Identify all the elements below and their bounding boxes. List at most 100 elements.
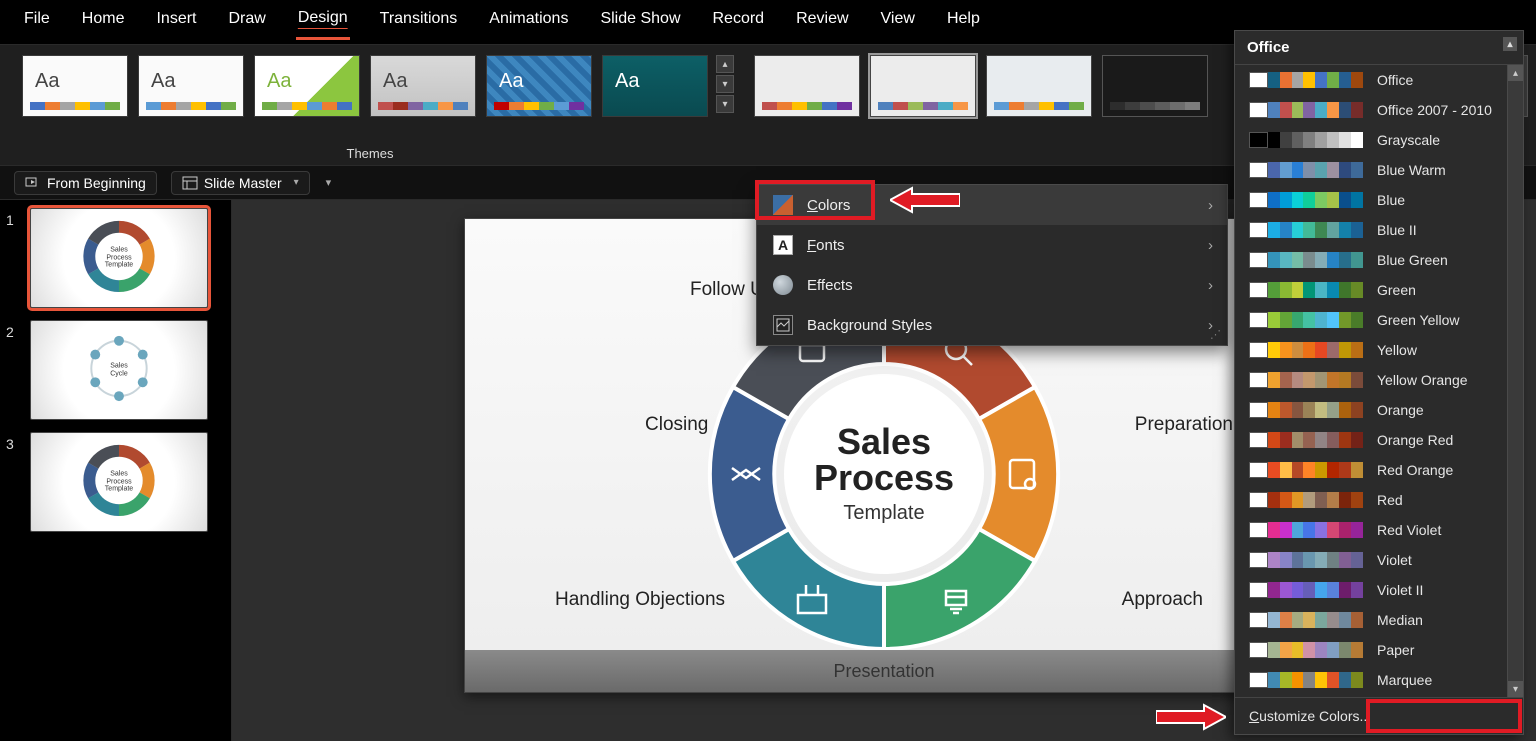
variant-card-selected[interactable] <box>870 55 976 117</box>
theme-aa: Aa <box>151 70 175 93</box>
slide-thumbnails-pane: 1 Sales Process Template 2 Sales Cycle 3… <box>0 200 232 741</box>
color-scheme-row[interactable]: Green <box>1235 275 1523 305</box>
color-palette-swatch <box>1249 132 1363 148</box>
color-scheme-row[interactable]: Office 2007 - 2010 <box>1235 95 1523 125</box>
color-scheme-row[interactable]: Orange Red <box>1235 425 1523 455</box>
menu-fonts-label: Fonts <box>807 237 845 254</box>
center-subtitle: Template <box>843 502 924 525</box>
color-palette-swatch <box>1249 612 1363 628</box>
scroll-up-icon[interactable]: ▴ <box>1508 65 1523 81</box>
color-scheme-row[interactable]: Blue Warm <box>1235 155 1523 185</box>
color-palette-swatch <box>1249 102 1363 118</box>
panel-scrollbar[interactable]: ▴ ▾ <box>1507 65 1523 697</box>
themes-scroll-up[interactable]: ▴ <box>716 55 734 73</box>
color-palette-swatch <box>1249 282 1363 298</box>
color-scheme-row[interactable]: Blue Green <box>1235 245 1523 275</box>
theme-card[interactable]: Aa <box>22 55 128 117</box>
color-palette-swatch <box>1249 372 1363 388</box>
tab-design[interactable]: Design <box>296 5 350 40</box>
themes-scroll-down[interactable]: ▾ <box>716 75 734 93</box>
menu-effects[interactable]: Effects › <box>757 265 1227 305</box>
variant-card[interactable] <box>986 55 1092 117</box>
theme-card[interactable]: Aa <box>138 55 244 117</box>
menu-background-styles[interactable]: Background Styles › <box>757 305 1227 345</box>
effects-icon <box>773 275 793 295</box>
color-scheme-name: Violet II <box>1377 582 1423 598</box>
color-scheme-row[interactable]: Paper <box>1235 635 1523 665</box>
color-scheme-row[interactable]: Median <box>1235 605 1523 635</box>
color-palette-swatch <box>1249 192 1363 208</box>
variant-card[interactable] <box>754 55 860 117</box>
tab-review[interactable]: Review <box>794 6 850 38</box>
color-scheme-row[interactable]: Green Yellow <box>1235 305 1523 335</box>
themes-more[interactable]: ▾ <box>716 95 734 113</box>
color-scheme-row[interactable]: Yellow Orange <box>1235 365 1523 395</box>
theme-aa: Aa <box>499 70 523 93</box>
color-scheme-row[interactable]: Red Orange <box>1235 455 1523 485</box>
color-palette-swatch <box>1249 462 1363 478</box>
color-palette-swatch <box>1249 492 1363 508</box>
color-scheme-row[interactable]: Blue <box>1235 185 1523 215</box>
tab-home[interactable]: Home <box>80 6 127 38</box>
theme-card[interactable]: Aa <box>254 55 360 117</box>
center-title-1: Sales <box>837 424 931 460</box>
tab-slideshow[interactable]: Slide Show <box>598 6 682 38</box>
thumb-title: Sales Process Template <box>105 246 133 269</box>
slide-master-icon <box>182 175 198 191</box>
scroll-up-button[interactable]: ▴ <box>1503 37 1517 51</box>
theme-card[interactable]: Aa <box>602 55 708 117</box>
theme-card[interactable]: Aa <box>370 55 476 117</box>
slide-thumbnail-2[interactable]: Sales Cycle <box>30 320 208 420</box>
color-scheme-row[interactable]: Violet <box>1235 545 1523 575</box>
color-scheme-name: Yellow <box>1377 342 1417 358</box>
color-palette-swatch <box>1249 162 1363 178</box>
scroll-down-icon[interactable]: ▾ <box>1508 681 1523 697</box>
tab-draw[interactable]: Draw <box>226 6 267 38</box>
color-palette-swatch <box>1249 432 1363 448</box>
variant-card[interactable] <box>1102 55 1208 117</box>
menu-colors[interactable]: Colors › <box>757 185 1227 225</box>
menu-effects-label: Effects <box>807 277 853 294</box>
overflow-icon[interactable]: ▾ <box>326 176 332 189</box>
color-scheme-name: Grayscale <box>1377 132 1440 148</box>
color-scheme-row[interactable]: Office <box>1235 65 1523 95</box>
menu-colors-label: Colors <box>807 197 850 214</box>
menu-fonts[interactable]: A Fonts › <box>757 225 1227 265</box>
tab-file[interactable]: File <box>22 6 52 38</box>
color-panel-header: Office ▴ <box>1235 31 1523 65</box>
color-scheme-name: Blue Green <box>1377 252 1448 268</box>
tab-animations[interactable]: Animations <box>487 6 570 38</box>
color-scheme-row[interactable]: Red <box>1235 485 1523 515</box>
color-scheme-row[interactable]: Blue II <box>1235 215 1523 245</box>
chevron-right-icon: › <box>1208 237 1213 254</box>
tab-transitions[interactable]: Transitions <box>378 6 460 38</box>
slide-thumbnail-1[interactable]: Sales Process Template <box>30 208 208 308</box>
color-scheme-row[interactable]: Marquee <box>1235 665 1523 695</box>
slide-thumbnail-3[interactable]: Sales Process Template <box>30 432 208 532</box>
color-scheme-name: Green <box>1377 282 1416 298</box>
thumb-title: Sales Cycle <box>110 362 128 377</box>
color-scheme-row[interactable]: Orange <box>1235 395 1523 425</box>
color-panel-title: Office <box>1247 39 1290 56</box>
thumb-number: 3 <box>6 432 22 452</box>
color-scheme-name: Paper <box>1377 642 1414 658</box>
color-palette-swatch <box>1249 582 1363 598</box>
from-beginning-button[interactable]: From Beginning <box>14 171 157 195</box>
color-palette-swatch <box>1249 72 1363 88</box>
theme-aa: Aa <box>615 70 639 93</box>
tab-insert[interactable]: Insert <box>154 6 198 38</box>
color-scheme-name: Red Orange <box>1377 462 1453 478</box>
tab-help[interactable]: Help <box>945 6 982 38</box>
slide-master-button[interactable]: Slide Master ▾ <box>171 171 310 195</box>
color-scheme-row[interactable]: Yellow <box>1235 335 1523 365</box>
colors-icon <box>773 195 793 215</box>
theme-card[interactable]: Aa <box>486 55 592 117</box>
tab-view[interactable]: View <box>879 6 917 38</box>
menu-background-label: Background Styles <box>807 317 932 334</box>
customize-colors-button[interactable]: Customize Colors... <box>1235 697 1523 734</box>
tab-record[interactable]: Record <box>711 6 767 38</box>
color-scheme-row[interactable]: Violet II <box>1235 575 1523 605</box>
label-handling: Handling Objections <box>555 589 725 611</box>
color-scheme-row[interactable]: Red Violet <box>1235 515 1523 545</box>
color-scheme-row[interactable]: Grayscale <box>1235 125 1523 155</box>
